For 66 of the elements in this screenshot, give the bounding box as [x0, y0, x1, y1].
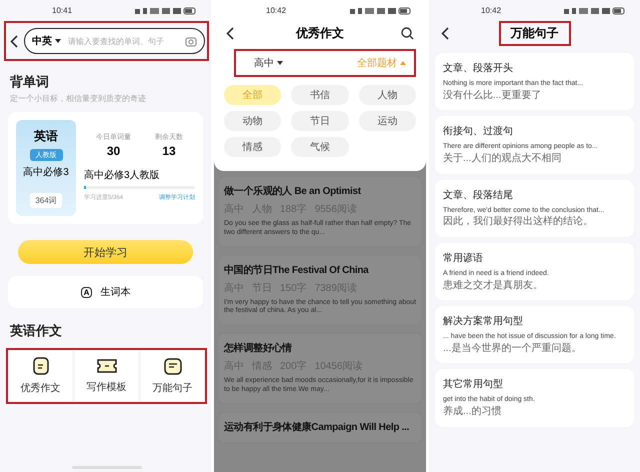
search-bar[interactable]: 中英 请输入要查找的单词、句子	[24, 28, 205, 54]
section-subtitle: 定一个小目标，相信量变到质变的奇迹	[10, 93, 147, 104]
article-title: 运动有利于身体健康Campaign Will Help ...	[224, 420, 410, 434]
card-title: 解决方案常用句型	[443, 314, 524, 328]
camera-icon[interactable]	[185, 36, 197, 46]
caret-icon	[277, 61, 283, 65]
book-subject: 英语	[34, 128, 58, 145]
wordbook-button[interactable]: A 生词本	[8, 276, 203, 308]
status-icons-drawing	[564, 6, 626, 14]
letter-icon: A	[80, 286, 92, 298]
caret-icon	[55, 39, 61, 43]
filter-dropdown[interactable]: 高中	[254, 56, 283, 70]
page-title: 优秀作文	[296, 24, 344, 42]
stat-value: 13	[162, 144, 176, 158]
search-input[interactable]: 请输入要查找的单词、句子	[68, 36, 182, 46]
tool-label: 万能句子	[152, 382, 192, 394]
category-chip[interactable]: 人物	[358, 85, 416, 105]
card-title: 文章、段落结尾	[443, 188, 514, 202]
category-chip[interactable]: 节日	[291, 111, 349, 131]
article-title: 做一个乐观的人 Be an Optimist	[224, 185, 362, 198]
caret-icon	[400, 61, 406, 65]
start-button[interactable]: 开始学习	[18, 240, 193, 264]
page-title: 万能句子	[500, 22, 568, 44]
book-name: 高中必修3	[23, 166, 69, 179]
plan-name: 高中必修3人教版	[84, 168, 161, 182]
card-title: 常用谚语	[443, 252, 484, 265]
notepad-icon	[164, 358, 182, 374]
article-title: 怎样调整好心情	[224, 342, 293, 355]
sentence-text: 患难之交才是真朋友。	[443, 280, 544, 292]
status-time: 10:42	[266, 6, 286, 15]
back-icon[interactable]	[10, 34, 18, 48]
status-time: 10:41	[52, 6, 72, 15]
search-icon[interactable]	[401, 26, 414, 40]
sentence-text: 没有什么比...更重要了	[443, 90, 542, 102]
tool-label: 写作模板	[86, 380, 126, 394]
word-count: 364词	[30, 193, 62, 208]
category-chip[interactable]: 情感	[224, 137, 282, 157]
back-icon[interactable]	[441, 26, 449, 40]
card-title: 衔接句、过渡句	[443, 124, 514, 138]
section-title: 背单词	[10, 73, 50, 91]
category-chip[interactable]: 气候	[291, 137, 349, 157]
document-icon	[32, 357, 48, 375]
sentence-text: ...是当今世界的一个严重问题。	[443, 342, 582, 356]
card-title: 文章、段落开头	[443, 62, 514, 75]
section-title: 英语作文	[10, 322, 63, 340]
card-title: 其它常用句型	[443, 378, 504, 392]
sentence-text: 因此，我们最好得出这样的结论。	[443, 216, 594, 229]
sentence-text: 关于...人们的观点大不相同	[443, 153, 562, 166]
ticket-icon	[96, 358, 118, 374]
status-icons-drawing	[135, 6, 197, 14]
stat-value: 30	[106, 144, 120, 158]
back-icon[interactable]	[226, 26, 234, 40]
language-dropdown[interactable]: 中英	[32, 34, 52, 48]
tool-label: 优秀作文	[20, 382, 60, 395]
category-chip[interactable]: 运动	[358, 111, 416, 131]
tool-tile[interactable]: 写作模板	[75, 351, 138, 401]
tool-tile[interactable]: 万能句子	[141, 351, 204, 401]
sentence-text: 养成...的习惯	[443, 406, 502, 418]
status-icons-drawing	[350, 6, 412, 14]
tool-tile[interactable]: 优秀作文	[9, 351, 72, 401]
article-card[interactable]: 运动有利于身体健康Campaign Will Help ...	[219, 412, 421, 442]
article-title: 中国的节日The Festival Of China	[224, 264, 370, 276]
status-time: 10:42	[481, 6, 502, 15]
wordbook-label: 生词本	[100, 286, 130, 299]
category-chip[interactable]: 动物	[224, 111, 282, 131]
category-chip[interactable]: 书信	[291, 85, 349, 105]
